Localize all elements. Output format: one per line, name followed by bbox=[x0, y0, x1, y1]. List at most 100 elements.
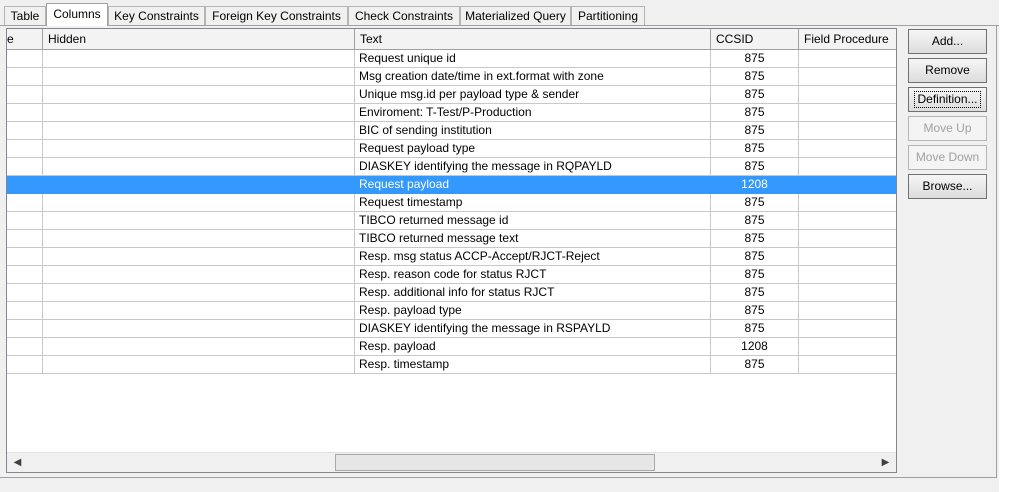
row-cell-field-procedure[interactable] bbox=[799, 158, 896, 176]
row-cell-text[interactable]: Resp. reason code for status RJCT bbox=[355, 266, 711, 284]
table-row[interactable]: Resp. payload type 875 bbox=[7, 302, 896, 320]
row-cell-truncated[interactable] bbox=[7, 140, 43, 158]
row-cell-ccsid[interactable]: 875 bbox=[711, 194, 799, 212]
row-cell-text[interactable]: DIASKEY identifying the message in RQPAY… bbox=[355, 158, 711, 176]
browse-button[interactable]: Browse... bbox=[908, 174, 987, 199]
table-row[interactable]: Unique msg.id per payload type & sender 8… bbox=[7, 86, 896, 104]
row-cell-truncated[interactable] bbox=[7, 122, 43, 140]
row-cell-ccsid[interactable]: 875 bbox=[711, 266, 799, 284]
table-row[interactable]: DIASKEY identifying the message in RQPAY… bbox=[7, 158, 896, 176]
row-cell-text[interactable]: Enviroment: T-Test/P-Production bbox=[355, 104, 711, 122]
table-row[interactable]: Resp. additional info for status RJCT 875 bbox=[7, 284, 896, 302]
row-cell-hidden[interactable] bbox=[43, 86, 355, 104]
tab-partitioning[interactable]: Partitioning bbox=[571, 6, 645, 25]
row-cell-ccsid[interactable]: 875 bbox=[711, 104, 799, 122]
table-row[interactable]: Request payload type 875 bbox=[7, 140, 896, 158]
row-cell-field-procedure[interactable] bbox=[799, 302, 896, 320]
row-cell-hidden[interactable] bbox=[43, 212, 355, 230]
row-cell-truncated[interactable] bbox=[7, 104, 43, 122]
column-header-hidden[interactable]: Hidden bbox=[43, 29, 355, 49]
row-cell-ccsid[interactable]: 875 bbox=[711, 230, 799, 248]
row-cell-ccsid[interactable]: 875 bbox=[711, 212, 799, 230]
row-cell-hidden[interactable] bbox=[43, 302, 355, 320]
row-cell-text[interactable]: Unique msg.id per payload type & sender bbox=[355, 86, 711, 104]
row-cell-field-procedure[interactable] bbox=[799, 230, 896, 248]
row-cell-field-procedure[interactable] bbox=[799, 356, 896, 374]
row-cell-hidden[interactable] bbox=[43, 122, 355, 140]
row-cell-text[interactable]: TIBCO returned message text bbox=[355, 230, 711, 248]
row-cell-hidden[interactable] bbox=[43, 356, 355, 374]
row-cell-truncated[interactable] bbox=[7, 230, 43, 248]
horizontal-scrollbar[interactable]: ◀ ▶ bbox=[7, 452, 896, 472]
row-cell-truncated[interactable] bbox=[7, 86, 43, 104]
move-up-button[interactable]: Move Up bbox=[908, 116, 987, 141]
row-cell-truncated[interactable] bbox=[7, 158, 43, 176]
row-cell-ccsid[interactable]: 875 bbox=[711, 122, 799, 140]
row-cell-field-procedure[interactable] bbox=[799, 248, 896, 266]
row-cell-ccsid[interactable]: 875 bbox=[711, 302, 799, 320]
row-cell-field-procedure[interactable] bbox=[799, 320, 896, 338]
column-header-truncated[interactable]: e bbox=[7, 29, 43, 49]
table-row[interactable]: TIBCO returned message id 875 bbox=[7, 212, 896, 230]
row-cell-truncated[interactable] bbox=[7, 266, 43, 284]
table-row[interactable]: Request timestamp 875 bbox=[7, 194, 896, 212]
row-cell-text[interactable]: Request timestamp bbox=[355, 194, 711, 212]
row-cell-field-procedure[interactable] bbox=[799, 212, 896, 230]
table-row[interactable]: DIASKEY identifying the message in RSPAY… bbox=[7, 320, 896, 338]
row-cell-field-procedure[interactable] bbox=[799, 50, 896, 68]
row-cell-text[interactable]: Resp. timestamp bbox=[355, 356, 711, 374]
row-cell-truncated[interactable] bbox=[7, 248, 43, 266]
row-cell-field-procedure[interactable] bbox=[799, 122, 896, 140]
row-cell-text[interactable]: DIASKEY identifying the message in RSPAY… bbox=[355, 320, 711, 338]
row-cell-text[interactable]: Request unique id bbox=[355, 50, 711, 68]
table-row[interactable]: Resp. msg status ACCP-Accept/RJCT-Reject… bbox=[7, 248, 896, 266]
table-row[interactable]: Resp. reason code for status RJCT 875 bbox=[7, 266, 896, 284]
row-cell-field-procedure[interactable] bbox=[799, 338, 896, 356]
row-cell-text[interactable]: Request payload bbox=[355, 176, 711, 194]
row-cell-hidden[interactable] bbox=[43, 158, 355, 176]
row-cell-field-procedure[interactable] bbox=[799, 86, 896, 104]
row-cell-truncated[interactable] bbox=[7, 212, 43, 230]
row-cell-text[interactable]: BIC of sending institution bbox=[355, 122, 711, 140]
tab-columns[interactable]: Columns bbox=[46, 3, 108, 26]
row-cell-ccsid[interactable]: 875 bbox=[711, 248, 799, 266]
row-cell-field-procedure[interactable] bbox=[799, 176, 896, 194]
row-cell-text[interactable]: Msg creation date/time in ext.format wit… bbox=[355, 68, 711, 86]
row-cell-text[interactable]: Request payload type bbox=[355, 140, 711, 158]
add-button[interactable]: Add... bbox=[908, 29, 987, 54]
column-header-text[interactable]: Text bbox=[355, 29, 711, 49]
table-row[interactable]: Enviroment: T-Test/P-Production 875 bbox=[7, 104, 896, 122]
tab-foreign-key-constraints[interactable]: Foreign Key Constraints bbox=[205, 6, 348, 25]
row-cell-ccsid[interactable]: 875 bbox=[711, 356, 799, 374]
row-cell-ccsid[interactable]: 875 bbox=[711, 50, 799, 68]
row-cell-text[interactable]: Resp. additional info for status RJCT bbox=[355, 284, 711, 302]
scroll-left-icon[interactable]: ◀ bbox=[9, 455, 26, 471]
row-cell-text[interactable]: Resp. msg status ACCP-Accept/RJCT-Reject bbox=[355, 248, 711, 266]
row-cell-ccsid[interactable]: 1208 bbox=[711, 338, 799, 356]
row-cell-ccsid[interactable]: 1208 bbox=[711, 176, 799, 194]
row-cell-truncated[interactable] bbox=[7, 284, 43, 302]
row-cell-truncated[interactable] bbox=[7, 338, 43, 356]
table-row[interactable]: Resp. payload 1208 bbox=[7, 338, 896, 356]
row-cell-field-procedure[interactable] bbox=[799, 68, 896, 86]
row-cell-hidden[interactable] bbox=[43, 104, 355, 122]
table-row[interactable]: Request payload 1208 bbox=[7, 176, 896, 194]
column-header-ccsid[interactable]: CCSID bbox=[711, 29, 799, 49]
definition-button[interactable]: Definition... bbox=[908, 87, 987, 112]
row-cell-field-procedure[interactable] bbox=[799, 104, 896, 122]
row-cell-truncated[interactable] bbox=[7, 320, 43, 338]
table-row[interactable]: Resp. timestamp 875 bbox=[7, 356, 896, 374]
row-cell-truncated[interactable] bbox=[7, 194, 43, 212]
row-cell-ccsid[interactable]: 875 bbox=[711, 284, 799, 302]
row-cell-ccsid[interactable]: 875 bbox=[711, 320, 799, 338]
row-cell-hidden[interactable] bbox=[43, 68, 355, 86]
tab-key-constraints[interactable]: Key Constraints bbox=[108, 6, 205, 25]
move-down-button[interactable]: Move Down bbox=[908, 145, 987, 170]
row-cell-field-procedure[interactable] bbox=[799, 140, 896, 158]
row-cell-text[interactable]: Resp. payload type bbox=[355, 302, 711, 320]
row-cell-hidden[interactable] bbox=[43, 194, 355, 212]
row-cell-truncated[interactable] bbox=[7, 356, 43, 374]
row-cell-truncated[interactable] bbox=[7, 50, 43, 68]
row-cell-hidden[interactable] bbox=[43, 320, 355, 338]
row-cell-hidden[interactable] bbox=[43, 284, 355, 302]
